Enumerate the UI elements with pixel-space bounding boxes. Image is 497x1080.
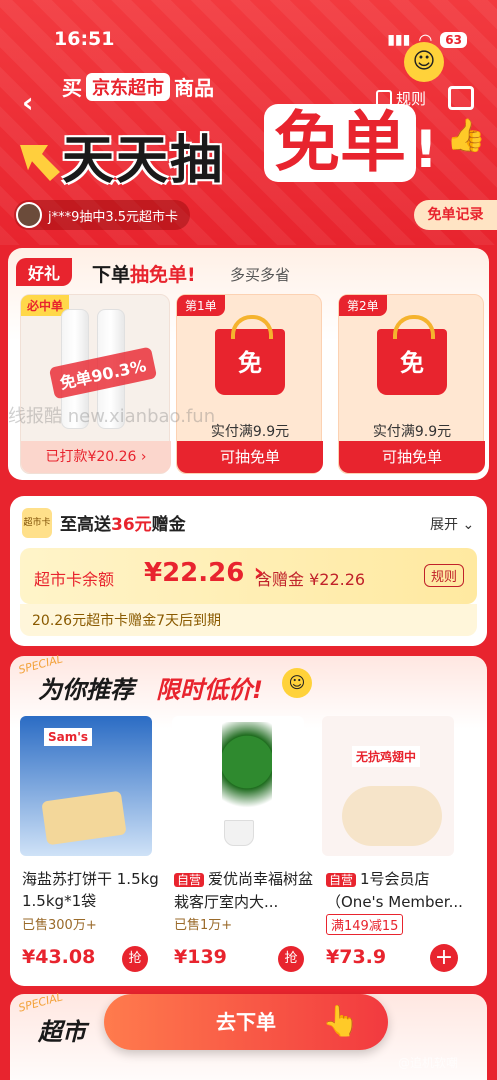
- winner-text: j***9抽中3.5元超市卡: [48, 209, 179, 225]
- balance-label: 超市卡余额: [34, 570, 115, 589]
- battery-icon: 63: [440, 31, 467, 48]
- gift-card: 好礼 下单抽免单! 多买多省 必中单 免单90.3% 已打款¥20.26 › 第…: [8, 248, 489, 480]
- supermarket-card-icon: 超市卡: [22, 508, 52, 538]
- buy-label: 买 京东超市 商品: [62, 72, 214, 101]
- shopping-bag-icon: 免: [377, 315, 447, 395]
- grab-button[interactable]: 抢: [122, 946, 148, 972]
- draw-button[interactable]: 可抽免单: [177, 441, 323, 473]
- gift-amount: 含赠金 ¥22.26: [256, 570, 366, 589]
- free-order-record-button[interactable]: 免单记录: [414, 200, 497, 230]
- product-image-1[interactable]: Sam's: [20, 716, 152, 856]
- sold-count: 已售300万+: [22, 918, 97, 933]
- product-price: ¥139: [174, 946, 227, 968]
- back-icon[interactable]: ‹: [22, 86, 34, 119]
- package-tag: 无抗鸡翅中: [352, 746, 421, 767]
- recommend-hot: 限时低价!: [156, 676, 263, 704]
- product-image-2[interactable]: [172, 716, 304, 856]
- product-price: ¥73.9: [326, 946, 387, 968]
- buy-prefix: 买: [62, 76, 82, 100]
- guaranteed-product[interactable]: 必中单 免单90.3% 已打款¥20.26 ›: [20, 294, 171, 474]
- sold-count: 已售1万+: [174, 918, 233, 933]
- balance-box[interactable]: 超市卡余额 ¥22.26 › 含赠金 ¥22.26 规则: [20, 548, 477, 604]
- pointing-hand-icon: 👆: [322, 1004, 360, 1039]
- title-prefix: 下单: [92, 264, 131, 286]
- page-title: 天天抽: [62, 131, 225, 191]
- paid-amount[interactable]: 已打款¥20.26 ›: [21, 441, 171, 473]
- product-image-3[interactable]: 无抗鸡翅中: [322, 716, 454, 856]
- gift-card-title: 下单抽免单!: [92, 260, 196, 287]
- self-operated-badge: 自营: [326, 873, 357, 887]
- bonus-amount: 36元: [111, 515, 152, 535]
- product-name[interactable]: 自营 爱优尚幸福树盆栽客厅室内大...: [174, 868, 314, 912]
- title-exclaim: !: [414, 120, 438, 180]
- smile-icon: ☺: [282, 668, 312, 698]
- plant-image: [222, 722, 272, 822]
- expire-text: 20.26元超市卡赠金7天后到期: [32, 613, 221, 629]
- thumbs-up-icon: 👍: [446, 116, 486, 154]
- order-condition: 实付满9.9元: [372, 424, 452, 440]
- order-label: 第1单: [177, 295, 225, 316]
- gift-badge: 好礼: [16, 258, 73, 286]
- grab-button[interactable]: 抢: [278, 946, 304, 972]
- product-price: ¥43.08: [22, 946, 96, 968]
- buy-suffix: 商品: [174, 76, 214, 100]
- add-to-cart-button[interactable]: +: [430, 944, 458, 972]
- bonus-prefix: 至高送: [60, 515, 111, 535]
- status-time: 16:51: [54, 28, 115, 50]
- recommend-card: SPECIAL 为你推荐 限时低价! ☺ Sam's 无抗鸡翅中 海盐苏打饼干 …: [10, 652, 487, 986]
- balance-rules-button[interactable]: 规则: [424, 564, 465, 587]
- title-free: 免单: [264, 104, 416, 182]
- product-name[interactable]: 自营 1号会员店（One's Member...: [326, 868, 466, 912]
- brand-tag: Sam's: [44, 728, 93, 746]
- weibo-watermark: @追机软嘲: [398, 1056, 459, 1070]
- expand-button[interactable]: 展开 ⌄: [430, 514, 474, 534]
- order-card-2[interactable]: 第2单 免 实付满9.9元 可抽免单: [338, 294, 485, 474]
- chicken-wing-image: [342, 786, 442, 846]
- draw-button[interactable]: 可抽免单: [339, 441, 485, 473]
- bonus-title: 至高送36元赠金: [60, 510, 186, 535]
- balance-value: ¥22.26 ›: [144, 558, 265, 588]
- supermarket-card-panel: 超市卡 至高送36元赠金 展开 ⌄ 超市卡余额 ¥22.26 › 含赠金 ¥22…: [10, 496, 487, 646]
- watermark: 线报酷 new.xianbao.fun: [8, 406, 216, 427]
- special-tag: SPECIAL: [17, 990, 65, 1015]
- coupon-badge: 满149减15: [326, 914, 404, 935]
- supermarket-title: 超市: [38, 1018, 86, 1046]
- product-name[interactable]: 海盐苏打饼干 1.5kg 1.5kg*1袋: [22, 868, 162, 912]
- title-highlight: 抽免单!: [130, 264, 196, 286]
- bonus-suffix: 赠金: [151, 515, 186, 535]
- avatar: [16, 202, 42, 228]
- shopping-bag-icon: 免: [215, 315, 285, 395]
- order-card-1[interactable]: 第1单 免 实付满9.9元 可抽免单: [176, 294, 323, 474]
- winner-ticker: j***9抽中3.5元超市卡: [14, 200, 191, 230]
- smile-emoji-icon: ☺: [404, 42, 444, 82]
- self-operated-badge: 自营: [174, 873, 205, 887]
- gift-card-subtitle: 多买多省: [230, 266, 291, 284]
- recommend-title: 为你推荐: [38, 676, 134, 704]
- order-label: 第2单: [339, 295, 387, 316]
- cracker-image: [41, 790, 127, 846]
- pot-image: [224, 820, 254, 846]
- share-icon[interactable]: [448, 86, 474, 110]
- jd-supermarket-badge: 京东超市: [86, 72, 170, 101]
- signal-icon: ▮▮▮: [387, 31, 411, 48]
